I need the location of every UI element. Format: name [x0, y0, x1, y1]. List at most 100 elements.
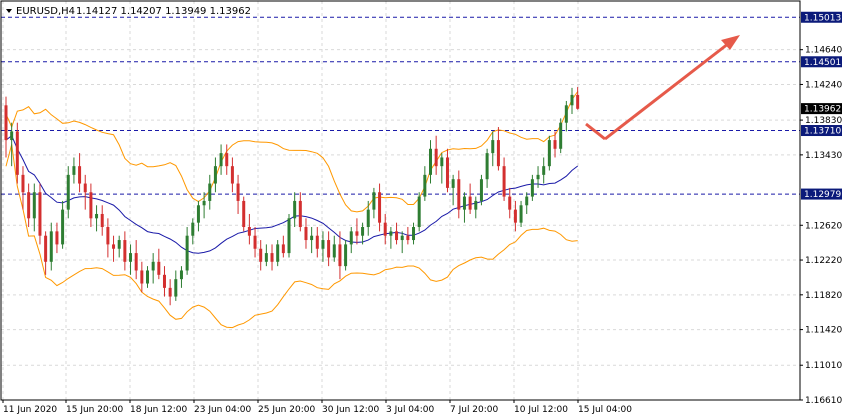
candle-body [83, 183, 87, 193]
candle-body [457, 179, 461, 210]
candle-body [474, 200, 478, 210]
candle-body [530, 179, 534, 197]
candle-body [202, 200, 206, 206]
x-tick-label: 15 Jun 20:00 [66, 405, 123, 415]
candle-body [270, 253, 274, 262]
candle-body [185, 235, 189, 271]
candle-body [513, 209, 517, 223]
candle-body [564, 105, 568, 123]
candle-body [293, 200, 297, 219]
candle-body [4, 105, 8, 141]
y-tick-label: 1.13430 [805, 151, 842, 161]
candle-body [15, 131, 19, 175]
candle-body [508, 196, 512, 210]
candle-body [361, 227, 365, 236]
level-price-tag-label: 1.15013 [804, 13, 841, 23]
candle-body [321, 240, 325, 249]
y-tick-label: 1.12620 [805, 221, 842, 231]
candle-body [338, 244, 342, 267]
x-tick-label: 30 Jun 12:00 [322, 405, 379, 415]
candle-body [423, 174, 427, 197]
candle-body [536, 174, 540, 180]
candle-body [304, 227, 308, 241]
candle-body [462, 196, 466, 210]
candle-body [32, 192, 36, 219]
candle-body [372, 192, 376, 210]
candle-body [168, 287, 172, 297]
candle-body [355, 231, 359, 236]
candle-body [10, 131, 14, 141]
candle-body [236, 183, 240, 201]
candle-body [502, 166, 506, 197]
candle-body [264, 253, 268, 262]
candle-body [134, 253, 138, 271]
candle-body [349, 231, 353, 245]
price-axis[interactable]: 1.16610 1.11010 1.11420 1.11820 1.12220 1.126… [800, 11, 842, 406]
x-tick-label: 15 Jul 04:00 [578, 405, 632, 415]
candle-body [89, 192, 93, 219]
candle-body [281, 244, 285, 254]
candle-body [61, 209, 65, 245]
candle-body [400, 235, 404, 241]
candle-body [259, 248, 263, 262]
candle-body [151, 261, 155, 271]
candle-body [191, 222, 195, 236]
candle-body [429, 148, 432, 175]
candle-body [525, 196, 529, 206]
candle-body [123, 240, 127, 262]
grid [1, 1, 800, 401]
candle-body [146, 270, 149, 284]
candle-body [230, 166, 234, 184]
chart-header: EURUSD,H4 1.14127 1.14207 1.13949 1.1396… [6, 6, 251, 17]
candle-body [315, 235, 319, 249]
candle-body [496, 140, 500, 167]
x-tick-label: 23 Jun 04:00 [194, 405, 251, 415]
candle-body [174, 279, 178, 297]
candle-body [519, 205, 523, 223]
candle-body [479, 179, 483, 201]
current-price-tag-label: 1.13962 [804, 105, 841, 115]
candle-body [417, 196, 421, 228]
candle-body [542, 166, 546, 175]
candle-body [242, 200, 246, 228]
arrow-up-leg [604, 38, 734, 141]
time-axis[interactable]: 11 Jun 2020 15 Jun 20:00 18 Jun 12:00 23 Ju… [2, 400, 632, 415]
candle-body [559, 122, 563, 149]
candle-body [179, 270, 183, 280]
x-tick-label: 7 Jul 20:00 [450, 405, 499, 415]
candle-body [310, 235, 314, 241]
y-tick-label: 1.11010 [805, 361, 842, 371]
candle-body [72, 166, 76, 175]
candle-body [570, 94, 574, 106]
plot-frame [0, 0, 801, 401]
y-tick-label: 1.12220 [805, 256, 842, 266]
y-tick-label: 1.16610 [805, 396, 842, 406]
horizontal-levels [1, 16, 800, 195]
candle-body [247, 227, 251, 236]
candle-body [287, 218, 291, 254]
candle-body [485, 153, 489, 180]
candle-body [576, 94, 580, 109]
candle-body [21, 174, 25, 193]
x-tick-label: 18 Jun 12:00 [130, 405, 187, 415]
x-tick-label: 11 Jun 2020 [3, 405, 57, 415]
candle-body [366, 209, 370, 228]
forecast-arrow [585, 35, 740, 141]
candle-body [117, 240, 121, 249]
y-tick-label: 1.13830 [805, 116, 842, 126]
candle-body [547, 140, 551, 167]
candle-body [140, 270, 144, 284]
candle-body [298, 200, 302, 228]
candle-body [468, 196, 472, 210]
candle-body [553, 140, 557, 149]
candle-body [219, 153, 223, 167]
candle-body [395, 231, 399, 241]
dropdown-triangle-icon[interactable] [6, 9, 12, 13]
candle-body [276, 244, 280, 262]
candle-body [389, 231, 393, 236]
candle-body [440, 157, 444, 167]
y-tick-label: 1.14240 [805, 80, 842, 90]
chart-window[interactable]: 1.16610 1.11010 1.11420 1.11820 1.12220 1.126… [0, 0, 846, 419]
candle-body [106, 227, 110, 245]
candle-body [66, 174, 70, 210]
